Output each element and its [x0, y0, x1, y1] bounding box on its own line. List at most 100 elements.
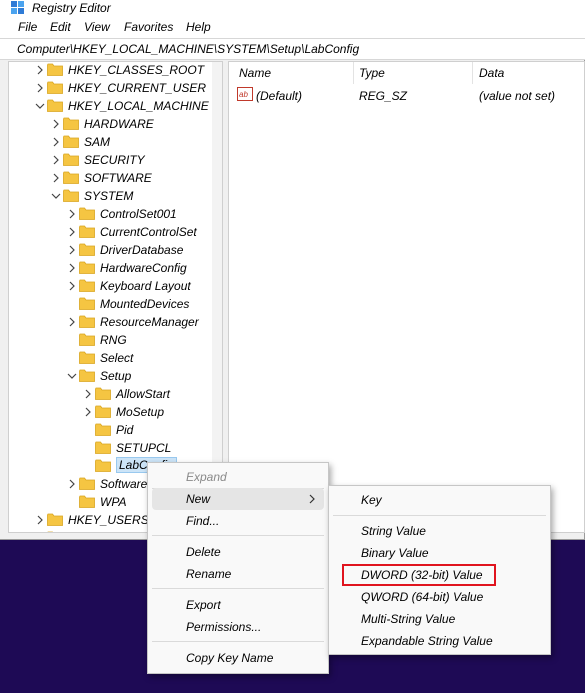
menu-view[interactable]: View — [84, 20, 110, 34]
menu-item-expand[interactable]: Expand — [152, 466, 324, 488]
chevron-right-icon[interactable] — [67, 226, 77, 238]
value-data: (value not set) — [479, 89, 556, 103]
tree-node-label: Select — [100, 351, 134, 365]
chevron-right-icon[interactable] — [35, 64, 45, 76]
menu-item-permissions[interactable]: Permissions... — [152, 616, 324, 638]
folder-icon — [79, 477, 95, 490]
chevron-right-icon[interactable] — [51, 136, 61, 148]
chevron-right-icon[interactable] — [67, 280, 77, 292]
tree-node[interactable]: MountedDevices — [9, 295, 214, 313]
folder-icon — [79, 243, 95, 256]
folder-icon — [63, 153, 79, 166]
tree-node[interactable]: HKEY_CLASSES_ROOT — [9, 62, 214, 79]
folder-icon — [79, 261, 95, 274]
menu-item-new[interactable]: New — [152, 488, 324, 510]
menu-item-export[interactable]: Export — [152, 594, 324, 616]
folder-icon — [79, 297, 95, 310]
folder-icon — [63, 117, 79, 130]
value-name: (Default) — [256, 89, 303, 103]
chevron-right-icon[interactable] — [35, 532, 45, 533]
column-divider[interactable] — [353, 62, 354, 84]
folder-icon — [79, 207, 95, 220]
menu-separator — [333, 515, 546, 516]
tree-node-label: HARDWARE — [84, 117, 154, 131]
chevron-right-icon[interactable] — [67, 262, 77, 274]
submenu-item-multi-string-value[interactable]: Multi-String Value — [333, 608, 546, 630]
column-divider[interactable] — [472, 62, 473, 84]
menu-item-rename[interactable]: Rename — [152, 563, 324, 585]
tree-node[interactable]: SYSTEM — [9, 187, 214, 205]
menu-edit[interactable]: Edit — [50, 20, 71, 34]
folder-icon — [95, 459, 111, 472]
tree-node-label: RNG — [100, 333, 127, 347]
tree-node[interactable]: SOFTWARE — [9, 169, 214, 187]
chevron-right-icon[interactable] — [51, 154, 61, 166]
tree-node[interactable]: DriverDatabase — [9, 241, 214, 259]
tree-node[interactable]: HKEY_LOCAL_MACHINE — [9, 97, 214, 115]
chevron-right-icon[interactable] — [67, 208, 77, 220]
tree-node[interactable]: SETUPCL — [9, 439, 214, 457]
chevron-right-icon[interactable] — [35, 82, 45, 94]
tree-node[interactable]: CurrentControlSet — [9, 223, 214, 241]
tree-node[interactable]: MoSetup — [9, 403, 214, 421]
tree-node[interactable]: RNG — [9, 331, 214, 349]
value-type: REG_SZ — [359, 89, 408, 103]
menu-item-delete[interactable]: Delete — [152, 541, 324, 563]
chevron-down-icon[interactable] — [67, 370, 77, 382]
menu-item-find[interactable]: Find... — [152, 510, 324, 532]
submenu-item-qword-value[interactable]: QWORD (64-bit) Value — [333, 586, 546, 608]
menu-separator — [152, 641, 324, 642]
tree-node[interactable]: HardwareConfig — [9, 259, 214, 277]
chevron-right-icon[interactable] — [51, 172, 61, 184]
chevron-right-icon[interactable] — [83, 388, 93, 400]
chevron-right-icon[interactable] — [67, 244, 77, 256]
chevron-right-icon[interactable] — [51, 118, 61, 130]
menu-file[interactable]: File — [18, 20, 37, 34]
submenu-item-binary-value[interactable]: Binary Value — [333, 542, 546, 564]
tree-node-label: AllowStart — [116, 387, 171, 401]
address-bar[interactable]: Computer\HKEY_LOCAL_MACHINE\SYSTEM\Setup… — [0, 38, 585, 60]
title-bar[interactable]: Registry Editor — [0, 0, 585, 16]
chevron-right-icon[interactable] — [35, 514, 45, 526]
tree-node[interactable]: ResourceManager — [9, 313, 214, 331]
folder-icon — [47, 531, 53, 532]
folder-icon — [47, 99, 63, 112]
new-submenu: Key String Value Binary Value DWORD (32-… — [328, 485, 551, 655]
menu-bar: File Edit View Favorites Help — [0, 16, 585, 38]
tree-node[interactable]: ControlSet001 — [9, 205, 214, 223]
chevron-down-icon[interactable] — [35, 100, 45, 112]
tree-node[interactable]: Keyboard Layout — [9, 277, 214, 295]
folder-icon — [79, 351, 95, 364]
menu-favorites[interactable]: Favorites — [124, 20, 173, 34]
folder-icon — [95, 441, 111, 454]
menu-separator — [152, 535, 324, 536]
chevron-right-icon[interactable] — [67, 316, 77, 328]
folder-icon — [95, 387, 111, 400]
tree-node-label: SYSTEM — [84, 189, 134, 203]
tree-node[interactable]: Select — [9, 349, 214, 367]
svg-text:ab: ab — [239, 90, 248, 99]
chevron-right-icon[interactable] — [83, 406, 93, 418]
column-header-data[interactable]: Data — [479, 66, 504, 80]
tree-node[interactable]: SECURITY — [9, 151, 214, 169]
highlight-box — [342, 564, 496, 586]
chevron-right-icon[interactable] — [67, 478, 77, 490]
submenu-item-expandable-string-value[interactable]: Expandable String Value — [333, 630, 546, 652]
tree-node[interactable]: SAM — [9, 133, 214, 151]
submenu-item-key[interactable]: Key — [333, 489, 546, 511]
menu-item-copy-key-name[interactable]: Copy Key Name — [152, 647, 324, 669]
tree-node-label: HKEY_CURRENT_USER — [68, 81, 207, 95]
column-header-name[interactable]: Name — [239, 66, 271, 80]
submenu-item-string-value[interactable]: String Value — [333, 520, 546, 542]
tree-node[interactable]: AllowStart — [9, 385, 214, 403]
context-menu: Expand New Find... Delete Rename Export … — [147, 462, 329, 674]
tree-node[interactable]: HARDWARE — [9, 115, 214, 133]
menu-help[interactable]: Help — [186, 20, 211, 34]
column-header-type[interactable]: Type — [359, 66, 385, 80]
tree-node-label: HardwareConfig — [100, 261, 187, 275]
address-path: Computer\HKEY_LOCAL_MACHINE\SYSTEM\Setup… — [17, 42, 360, 56]
tree-node[interactable]: HKEY_CURRENT_USER — [9, 79, 214, 97]
tree-node[interactable]: Pid — [9, 421, 214, 439]
chevron-down-icon[interactable] — [51, 190, 61, 202]
tree-node[interactable]: Setup — [9, 367, 214, 385]
